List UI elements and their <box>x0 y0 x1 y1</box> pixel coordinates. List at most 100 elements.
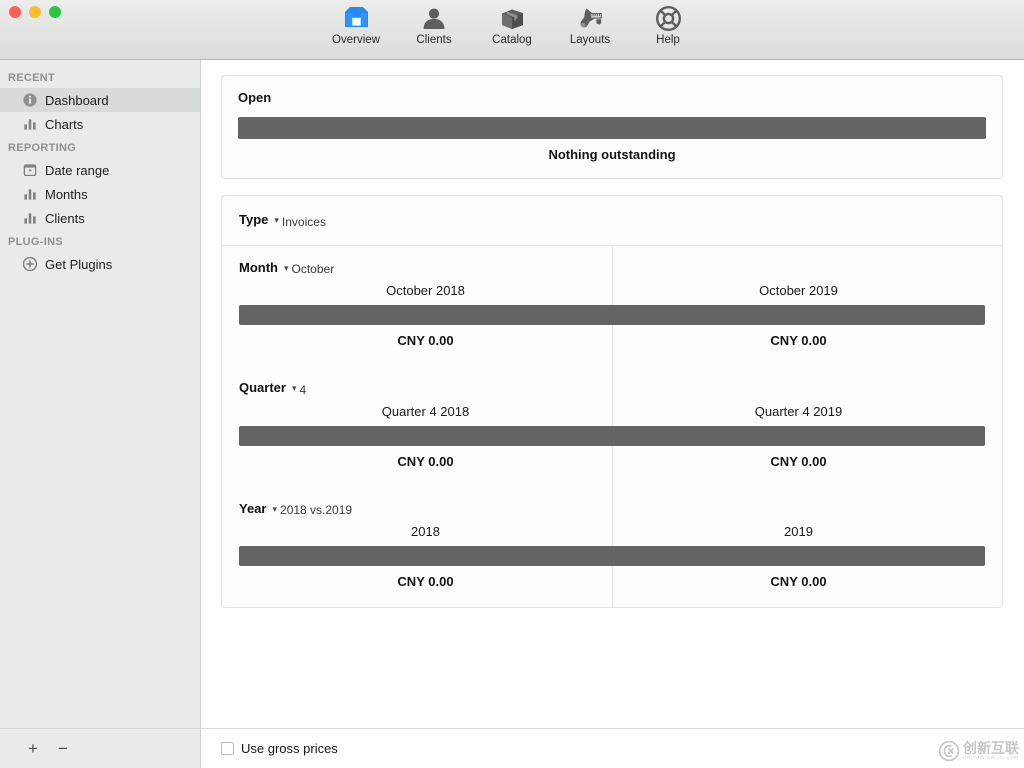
quarter-selector-value: 4 <box>300 383 307 397</box>
remove-item-button[interactable]: − <box>58 740 68 757</box>
year-bar <box>239 546 985 566</box>
report-group-quarter: Quarter ▾ 4 Quarter 4 2018 Quarter 4 201… <box>222 366 1002 487</box>
open-card: Open Nothing outstanding <box>221 75 1003 179</box>
month-selector-dropdown[interactable]: ▾ October <box>284 262 334 276</box>
year-column-values: CNY 0.00 CNY 0.00 <box>239 566 985 607</box>
sidebar-item-months[interactable]: Months <box>0 182 200 206</box>
box-icon <box>499 3 526 33</box>
column-value: CNY 0.00 <box>239 446 612 487</box>
minimize-window-button[interactable] <box>29 6 41 18</box>
watermark-pinyin: CHUANG XIN HU LIAN <box>963 756 1019 761</box>
quarter-column-values: CNY 0.00 CNY 0.00 <box>239 446 985 487</box>
calendar-icon <box>22 163 37 178</box>
year-selector-row: Year ▾ 2018 vs.2019 <box>239 501 985 518</box>
sidebar-item-dashboard[interactable]: Dashboard <box>0 88 200 112</box>
year-selector-label: Year <box>239 501 266 516</box>
info-circle-icon <box>22 93 37 108</box>
quarter-bar <box>239 426 985 446</box>
use-gross-prices-label: Use gross prices <box>241 741 338 756</box>
content-footer: Use gross prices 创新互联 CHUANG XIN HU LIAN <box>201 728 1024 768</box>
column-header: 2019 <box>612 519 985 546</box>
report-group-year: Year ▾ 2018 vs.2019 2018 2019 <box>222 487 1002 608</box>
column-header: October 2019 <box>612 278 985 305</box>
year-selector-dropdown[interactable]: ▾ 2018 vs.2019 <box>272 503 352 517</box>
bar-chart-icon <box>22 187 37 202</box>
sidebar-section-plugins-title: PLUG-INS <box>0 230 200 252</box>
sidebar-item-months-label: Months <box>45 187 88 202</box>
sidebar-item-clients-label: Clients <box>45 211 85 226</box>
toolbar-item-layouts[interactable]: Layouts <box>562 3 618 47</box>
sidebar-section-recent-title: RECENT <box>0 66 200 88</box>
column-header: Quarter 4 2019 <box>612 399 985 426</box>
plus-circle-icon <box>22 257 37 272</box>
type-selector-dropdown[interactable]: ▾ Invoices <box>274 215 326 229</box>
column-value: CNY 0.00 <box>239 566 612 607</box>
sidebar-item-dashboard-label: Dashboard <box>45 93 109 108</box>
month-selector-value: October <box>292 262 335 276</box>
toolbar-item-help[interactable]: Help <box>640 3 696 47</box>
sidebar-item-date-range-label: Date range <box>45 163 109 178</box>
watermark-text: 创新互联 CHUANG XIN HU LIAN <box>963 741 1019 761</box>
toolbar-item-catalog-label: Catalog <box>492 34 532 47</box>
column-header: Quarter 4 2018 <box>239 399 612 426</box>
report-card-body: Month ▾ October October 2018 October 201… <box>222 246 1002 608</box>
watermark: 创新互联 CHUANG XIN HU LIAN <box>938 740 1019 762</box>
chevron-down-icon: ▾ <box>272 505 277 514</box>
use-gross-prices-row[interactable]: Use gross prices <box>221 741 338 756</box>
content-area: Open Nothing outstanding Type ▾ Invoices <box>201 60 1024 768</box>
person-icon <box>422 3 446 33</box>
main-toolbar: Overview Clients <box>328 0 696 59</box>
quarter-selector-dropdown[interactable]: ▾ 4 <box>292 383 306 397</box>
sidebar-list: RECENT Dashboard <box>0 60 200 728</box>
sidebar-item-charts[interactable]: Charts <box>0 112 200 136</box>
open-bar-caption: Nothing outstanding <box>238 139 986 162</box>
brush-ruler-icon <box>577 3 604 33</box>
open-bar <box>238 117 986 139</box>
month-column-values: CNY 0.00 CNY 0.00 <box>239 325 985 366</box>
app-window: Overview Clients <box>0 0 1024 768</box>
close-window-button[interactable] <box>9 6 21 18</box>
add-item-button[interactable]: + <box>28 740 38 757</box>
inbox-tray-icon <box>343 3 370 33</box>
sidebar-item-get-plugins[interactable]: Get Plugins <box>0 252 200 276</box>
month-selector-row: Month ▾ October <box>239 260 985 277</box>
year-column-headers: 2018 2019 <box>239 519 985 546</box>
column-value: CNY 0.00 <box>239 325 612 366</box>
report-group-month: Month ▾ October October 2018 October 201… <box>222 246 1002 367</box>
zoom-window-button[interactable] <box>49 6 61 18</box>
quarter-selector-label: Quarter <box>239 380 286 395</box>
dashboard-scroll: Open Nothing outstanding Type ▾ Invoices <box>201 60 1024 728</box>
toolbar-item-layouts-label: Layouts <box>570 34 610 47</box>
life-ring-icon <box>656 3 681 33</box>
quarter-selector-row: Quarter ▾ 4 <box>239 380 985 397</box>
use-gross-prices-checkbox[interactable] <box>221 742 234 755</box>
sidebar-item-charts-label: Charts <box>45 117 83 132</box>
column-header: October 2018 <box>239 278 612 305</box>
window-body: RECENT Dashboard <box>0 60 1024 768</box>
open-card-title: Open <box>238 90 986 105</box>
toolbar-item-clients[interactable]: Clients <box>406 3 462 47</box>
type-selector-label: Type <box>239 212 268 227</box>
toolbar-item-overview-label: Overview <box>332 34 380 47</box>
window-controls <box>9 6 61 18</box>
column-value: CNY 0.00 <box>612 325 985 366</box>
bar-chart-icon <box>22 211 37 226</box>
toolbar-item-clients-label: Clients <box>416 34 451 47</box>
watermark-chinese: 创新互联 <box>963 741 1019 755</box>
type-selector-value: Invoices <box>282 215 326 229</box>
toolbar-item-catalog[interactable]: Catalog <box>484 3 540 47</box>
chevron-down-icon: ▾ <box>292 384 297 393</box>
sidebar-item-date-range[interactable]: Date range <box>0 158 200 182</box>
month-selector-label: Month <box>239 260 278 275</box>
bar-chart-icon <box>22 117 37 132</box>
quarter-column-headers: Quarter 4 2018 Quarter 4 2019 <box>239 399 985 426</box>
report-card-header: Type ▾ Invoices <box>222 196 1002 246</box>
type-selector-row: Type ▾ Invoices <box>239 212 986 229</box>
month-column-headers: October 2018 October 2019 <box>239 278 985 305</box>
toolbar-item-overview[interactable]: Overview <box>328 3 384 47</box>
column-value: CNY 0.00 <box>612 566 985 607</box>
sidebar-item-clients[interactable]: Clients <box>0 206 200 230</box>
sidebar: RECENT Dashboard <box>0 60 201 768</box>
column-value: CNY 0.00 <box>612 446 985 487</box>
titlebar: Overview Clients <box>0 0 1024 60</box>
